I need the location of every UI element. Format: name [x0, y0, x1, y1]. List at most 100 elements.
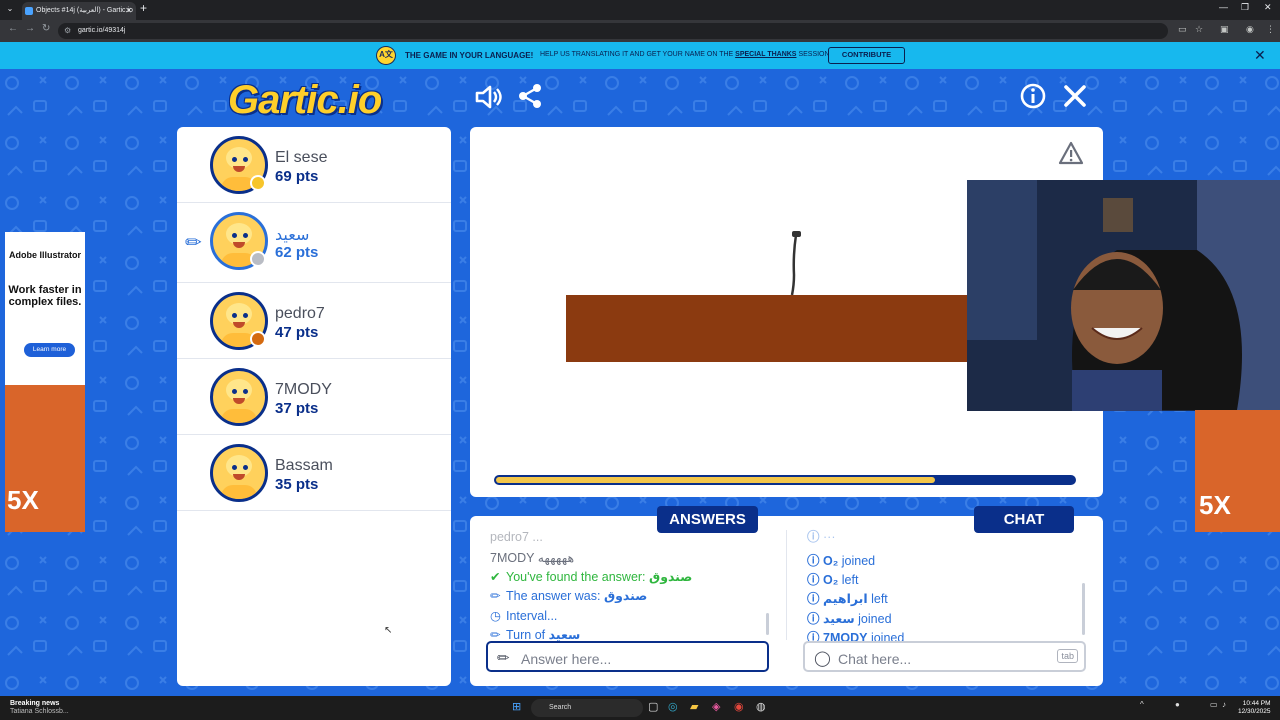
answer-message: pedro7 ...: [490, 530, 543, 544]
chat-action: left: [871, 592, 888, 606]
app-icon[interactable]: ◍: [756, 700, 766, 713]
status-dot: [250, 331, 266, 347]
answers-scrollbar[interactable]: [766, 613, 769, 635]
extensions-icon[interactable]: ▣: [1220, 24, 1229, 35]
answer-reveal-message: ✏ The answer was: صندوق: [490, 588, 647, 603]
status-dot: [250, 175, 266, 191]
chat-message: ⓘ ابراهيم left: [807, 588, 888, 607]
maximize-icon[interactable]: ❐: [1241, 2, 1249, 13]
tab-chat[interactable]: CHAT: [974, 506, 1074, 533]
exit-close-icon[interactable]: [1061, 82, 1089, 117]
tab-key-hint: tab: [1057, 649, 1078, 663]
menu-kebab-icon[interactable]: ⋮: [1266, 24, 1275, 35]
taskbar-search[interactable]: Search: [531, 699, 643, 717]
tab-search-icon[interactable]: ⌄: [4, 3, 16, 15]
chat-user: ابراهيم: [823, 592, 868, 606]
ad-artwork: 5X: [5, 385, 85, 532]
browser-tabbar: ⌄ Objects #14j (العربية) - Gartic.io ✕ +…: [0, 0, 1280, 20]
site-info-icon[interactable]: ⚙: [64, 23, 71, 39]
timer-progress-bar: [494, 475, 1076, 485]
player-name: El sese: [275, 149, 328, 166]
ad-brand: Adobe Illustrator: [8, 250, 81, 260]
advertisement-left[interactable]: Adobe Illustrator Work faster in complex…: [5, 232, 85, 532]
instagram-icon[interactable]: ◈: [712, 700, 720, 713]
player-name: 7MODY: [275, 381, 332, 398]
banner-close-icon[interactable]: ✕: [1254, 47, 1266, 64]
mic-icon[interactable]: ●: [1175, 700, 1180, 709]
news-widget[interactable]: Breaking news Tatiana Schlossb...: [10, 700, 69, 716]
pencil-icon: ✏: [490, 589, 501, 603]
profile-icon[interactable]: ◉: [1246, 24, 1254, 35]
chat-scrollbar[interactable]: [1082, 583, 1085, 635]
contribute-button[interactable]: CONTRIBUTE: [828, 47, 905, 64]
avatar: [210, 368, 268, 426]
player-name: سعيد: [275, 227, 310, 244]
chat-message: ⓘ سعيد joined: [807, 608, 892, 627]
taskbar-clock[interactable]: 10:44 PM 12/30/2025: [1238, 700, 1271, 716]
chat-user: O₂: [823, 573, 839, 587]
browser-tab[interactable]: Objects #14j (العربية) - Gartic.io ✕: [22, 2, 136, 20]
tab-favicon: [25, 7, 33, 15]
network-icon[interactable]: ▭: [1210, 700, 1218, 709]
message-value: سعيد: [548, 628, 581, 642]
message-value: صندوق: [603, 589, 648, 603]
minimize-icon[interactable]: —: [1219, 2, 1228, 12]
chat-bubble-icon: ◯: [814, 650, 831, 667]
back-icon[interactable]: ←: [8, 23, 18, 34]
banner-special-thanks-link[interactable]: SPECIAL THANKS: [735, 51, 796, 58]
player-score: 35 pts: [275, 476, 319, 493]
chat-message: ⓘ ···: [807, 526, 836, 545]
windows-start-icon[interactable]: ⊞: [512, 700, 521, 713]
share-icon[interactable]: [516, 82, 544, 117]
turn-message: ✏ Turn of سعيد: [490, 627, 580, 642]
reload-icon[interactable]: ↻: [42, 23, 50, 34]
drawn-box-shape: [566, 295, 996, 362]
banner-headline: THE GAME IN YOUR LANGUAGE!: [405, 51, 534, 60]
banner-text: HELP US TRANSLATING IT AND GET YOUR NAME…: [540, 51, 830, 58]
webcam-overlay: [967, 180, 1280, 411]
windows-taskbar: Breaking news Tatiana Schlossb... ⊞ Searc…: [0, 696, 1280, 720]
check-icon: ✔: [490, 570, 501, 584]
bookmark-star-icon[interactable]: ☆: [1195, 24, 1203, 35]
new-tab-icon[interactable]: +: [140, 1, 147, 15]
tray-chevron-icon[interactable]: ^: [1140, 700, 1144, 709]
webcam-streamer-video: [967, 180, 1280, 411]
message-text: The answer was:: [506, 589, 601, 603]
chrome-icon[interactable]: ◉: [734, 700, 744, 713]
address-bar-row: ← → ↻ ⚙ gartic.io/49314j ▭ ☆ ▣ ◉ ⋮: [0, 20, 1280, 42]
volume-icon[interactable]: ♪: [1222, 700, 1226, 709]
edge-icon[interactable]: ◎: [668, 700, 678, 713]
close-window-icon[interactable]: ✕: [1264, 2, 1272, 13]
advertisement-right[interactable]: 5X: [1195, 410, 1280, 532]
player-name: pedro7: [275, 305, 325, 322]
tab-close-icon[interactable]: ✕: [125, 2, 132, 20]
forward-icon[interactable]: →: [25, 23, 35, 34]
info-icon[interactable]: [1019, 82, 1047, 117]
interval-message: ◷ Interval...: [490, 608, 557, 623]
chat-input[interactable]: ◯ Chat here... tab: [803, 641, 1086, 672]
drawing-pencil-icon: ✏: [185, 232, 202, 254]
tab-answers[interactable]: ANSWERS: [657, 506, 758, 533]
task-view-icon[interactable]: ▢: [648, 700, 658, 713]
answer-message: 7MODY هههههه: [490, 551, 575, 565]
answer-input[interactable]: ✏ Answer here...: [486, 641, 769, 672]
ad-body: Work faster in complex files.: [8, 284, 82, 308]
sound-muted-icon[interactable]: [473, 82, 503, 119]
answers-chat-panel: pedro7 ... 7MODY هههههه ✔ You've found th…: [470, 516, 1103, 686]
player-row: El sese 69 pts: [177, 127, 451, 203]
drawn-stroke: [790, 231, 801, 296]
ad-learn-more-button[interactable]: Learn more: [24, 343, 75, 357]
info-circle-icon: ⓘ: [807, 554, 820, 568]
chat-message: ⓘ O₂ left: [807, 569, 858, 588]
url-field[interactable]: ⚙ gartic.io/49314j: [58, 23, 1168, 39]
gartic-logo: Gartic.io: [228, 78, 382, 122]
file-explorer-icon[interactable]: ▰: [690, 700, 698, 713]
player-name: Bassam: [275, 457, 333, 474]
clock-time: 10:44 PM: [1242, 700, 1271, 707]
chat-action: joined: [841, 554, 876, 568]
translation-banner: A文 THE GAME IN YOUR LANGUAGE! HELP US TR…: [0, 42, 1280, 69]
clock-date: 12/30/2025: [1238, 708, 1271, 715]
taskbar-search-label: Search: [549, 704, 572, 711]
cast-icon[interactable]: ▭: [1178, 24, 1187, 35]
report-warning-icon[interactable]: [1058, 141, 1084, 171]
